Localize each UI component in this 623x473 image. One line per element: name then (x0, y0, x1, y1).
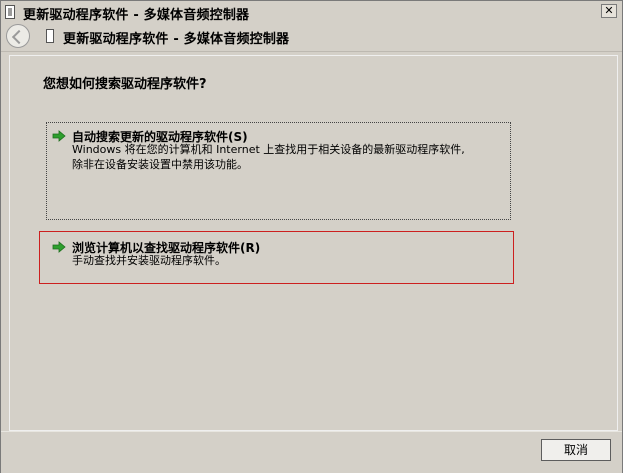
search-question: 您想如何搜索驱动程序软件? (43, 77, 207, 92)
browse-computer-description: 手动查找并安装驱动程序软件。 (72, 254, 226, 267)
device-manager-icon (5, 5, 15, 19)
green-arrow-icon (52, 130, 66, 142)
page-title: 更新驱动程序软件 - 多媒体音频控制器 (63, 32, 290, 47)
auto-search-description-line1: Windows 将在您的计算机和 Internet 上查找用于相关设备的最新驱动… (72, 143, 465, 156)
navigation-bar: 更新驱动程序软件 - 多媒体音频控制器 (1, 23, 622, 52)
browse-computer-option[interactable]: 浏览计算机以查找驱动程序软件(R) 手动查找并安装驱动程序软件。 (39, 231, 514, 284)
device-icon (46, 29, 54, 43)
dialog-footer: 取消 (1, 431, 622, 473)
green-arrow-icon (52, 241, 66, 253)
content-panel: 您想如何搜索驱动程序软件? 自动搜索更新的驱动程序软件(S) Windows 将… (9, 55, 618, 431)
cancel-button[interactable]: 取消 (541, 439, 611, 461)
close-button[interactable]: ✕ (601, 4, 617, 18)
auto-search-description-line2: 除非在设备安装设置中禁用该功能。 (72, 158, 248, 171)
dialog-window: 更新驱动程序软件 - 多媒体音频控制器 ✕ 更新驱动程序软件 - 多媒体音频控制… (0, 0, 623, 473)
title-bar: 更新驱动程序软件 - 多媒体音频控制器 ✕ (1, 1, 622, 24)
back-button[interactable] (6, 24, 30, 48)
window-title: 更新驱动程序软件 - 多媒体音频控制器 (23, 8, 250, 23)
auto-search-option[interactable]: 自动搜索更新的驱动程序软件(S) Windows 将在您的计算机和 Intern… (46, 122, 511, 220)
